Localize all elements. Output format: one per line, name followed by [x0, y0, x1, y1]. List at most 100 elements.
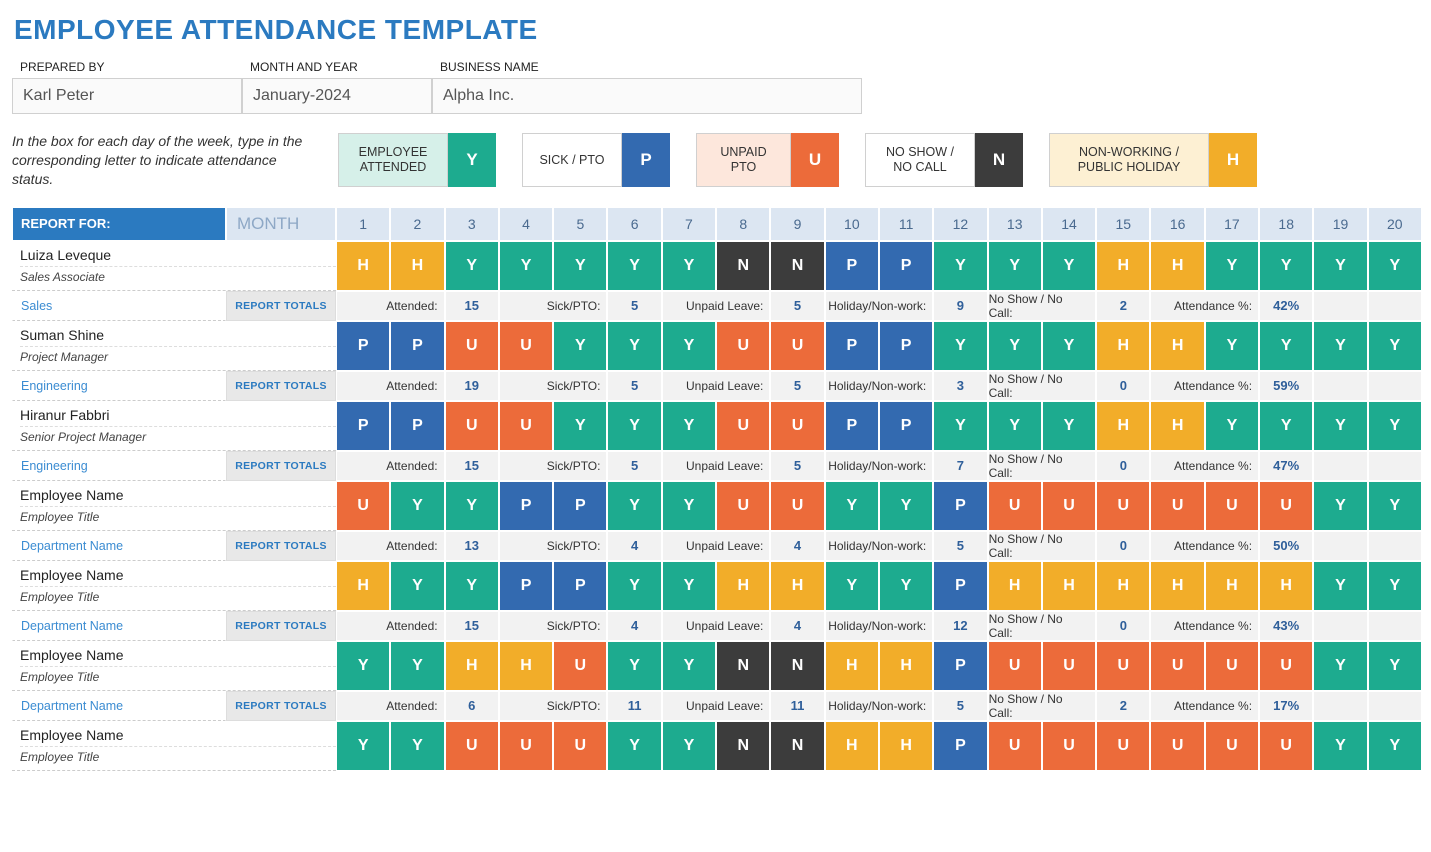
attendance-cell[interactable]: H: [390, 241, 444, 291]
attendance-cell[interactable]: Y: [825, 561, 879, 611]
attendance-cell[interactable]: Y: [1368, 721, 1422, 771]
attendance-cell[interactable]: Y: [1368, 561, 1422, 611]
attendance-cell[interactable]: U: [770, 401, 824, 451]
attendance-cell[interactable]: Y: [336, 721, 390, 771]
attendance-cell[interactable]: Y: [390, 561, 444, 611]
attendance-cell[interactable]: H: [1205, 561, 1259, 611]
attendance-cell[interactable]: U: [1205, 721, 1259, 771]
attendance-cell[interactable]: Y: [1313, 321, 1367, 371]
attendance-cell[interactable]: H: [1150, 561, 1204, 611]
attendance-cell[interactable]: P: [336, 321, 390, 371]
attendance-cell[interactable]: U: [553, 721, 607, 771]
attendance-cell[interactable]: U: [770, 481, 824, 531]
attendance-cell[interactable]: Y: [1259, 241, 1313, 291]
attendance-cell[interactable]: Y: [825, 481, 879, 531]
attendance-cell[interactable]: U: [988, 721, 1042, 771]
attendance-cell[interactable]: U: [445, 401, 499, 451]
attendance-cell[interactable]: H: [336, 241, 390, 291]
attendance-cell[interactable]: H: [499, 641, 553, 691]
attendance-cell[interactable]: H: [1150, 321, 1204, 371]
attendance-cell[interactable]: P: [336, 401, 390, 451]
department-link[interactable]: Engineering: [12, 371, 226, 401]
attendance-cell[interactable]: Y: [988, 401, 1042, 451]
attendance-cell[interactable]: H: [825, 721, 879, 771]
attendance-cell[interactable]: H: [879, 721, 933, 771]
attendance-cell[interactable]: Y: [1205, 241, 1259, 291]
attendance-cell[interactable]: U: [1205, 641, 1259, 691]
attendance-cell[interactable]: H: [1150, 401, 1204, 451]
attendance-cell[interactable]: Y: [1368, 241, 1422, 291]
attendance-cell[interactable]: H: [1096, 241, 1150, 291]
attendance-cell[interactable]: Y: [390, 641, 444, 691]
attendance-cell[interactable]: H: [445, 641, 499, 691]
attendance-cell[interactable]: U: [1042, 641, 1096, 691]
attendance-cell[interactable]: Y: [662, 481, 716, 531]
attendance-cell[interactable]: H: [879, 641, 933, 691]
attendance-cell[interactable]: U: [1259, 641, 1313, 691]
attendance-cell[interactable]: Y: [607, 641, 661, 691]
attendance-cell[interactable]: Y: [607, 241, 661, 291]
attendance-cell[interactable]: Y: [607, 401, 661, 451]
attendance-cell[interactable]: Y: [1042, 241, 1096, 291]
report-totals-button[interactable]: REPORT TOTALS: [226, 371, 336, 401]
attendance-cell[interactable]: U: [1096, 641, 1150, 691]
report-totals-button[interactable]: REPORT TOTALS: [226, 611, 336, 641]
attendance-cell[interactable]: Y: [988, 321, 1042, 371]
report-period[interactable]: MONTH: [226, 207, 336, 241]
attendance-cell[interactable]: P: [553, 561, 607, 611]
attendance-cell[interactable]: Y: [553, 321, 607, 371]
attendance-cell[interactable]: U: [499, 721, 553, 771]
prepared-by-input[interactable]: Karl Peter: [12, 78, 242, 114]
attendance-cell[interactable]: Y: [390, 721, 444, 771]
attendance-cell[interactable]: U: [499, 321, 553, 371]
attendance-cell[interactable]: P: [933, 481, 987, 531]
attendance-cell[interactable]: Y: [1368, 641, 1422, 691]
attendance-cell[interactable]: Y: [445, 241, 499, 291]
attendance-cell[interactable]: Y: [933, 241, 987, 291]
business-name-input[interactable]: Alpha Inc.: [432, 78, 862, 114]
attendance-cell[interactable]: Y: [499, 241, 553, 291]
attendance-cell[interactable]: H: [336, 561, 390, 611]
attendance-cell[interactable]: N: [716, 721, 770, 771]
attendance-cell[interactable]: Y: [1368, 321, 1422, 371]
attendance-cell[interactable]: Y: [1042, 401, 1096, 451]
attendance-cell[interactable]: Y: [1313, 241, 1367, 291]
attendance-cell[interactable]: Y: [1259, 321, 1313, 371]
attendance-cell[interactable]: U: [1042, 721, 1096, 771]
department-link[interactable]: Department Name: [12, 531, 226, 561]
attendance-cell[interactable]: U: [553, 641, 607, 691]
attendance-cell[interactable]: Y: [607, 481, 661, 531]
attendance-cell[interactable]: U: [1096, 721, 1150, 771]
attendance-cell[interactable]: H: [825, 641, 879, 691]
attendance-cell[interactable]: Y: [607, 561, 661, 611]
attendance-cell[interactable]: U: [445, 721, 499, 771]
department-link[interactable]: Department Name: [12, 691, 226, 721]
attendance-cell[interactable]: Y: [662, 241, 716, 291]
attendance-cell[interactable]: Y: [1313, 401, 1367, 451]
attendance-cell[interactable]: H: [1096, 401, 1150, 451]
attendance-cell[interactable]: P: [499, 481, 553, 531]
attendance-cell[interactable]: P: [825, 321, 879, 371]
attendance-cell[interactable]: U: [1259, 481, 1313, 531]
attendance-cell[interactable]: Y: [662, 321, 716, 371]
attendance-cell[interactable]: N: [716, 641, 770, 691]
attendance-cell[interactable]: N: [716, 241, 770, 291]
attendance-cell[interactable]: U: [445, 321, 499, 371]
attendance-cell[interactable]: U: [1259, 721, 1313, 771]
attendance-cell[interactable]: Y: [933, 401, 987, 451]
attendance-cell[interactable]: P: [553, 481, 607, 531]
attendance-cell[interactable]: Y: [607, 721, 661, 771]
attendance-cell[interactable]: U: [336, 481, 390, 531]
attendance-cell[interactable]: U: [499, 401, 553, 451]
attendance-cell[interactable]: U: [770, 321, 824, 371]
attendance-cell[interactable]: U: [1205, 481, 1259, 531]
attendance-cell[interactable]: P: [879, 401, 933, 451]
attendance-cell[interactable]: P: [933, 721, 987, 771]
attendance-cell[interactable]: Y: [1205, 321, 1259, 371]
report-totals-button[interactable]: REPORT TOTALS: [226, 531, 336, 561]
attendance-cell[interactable]: H: [1042, 561, 1096, 611]
attendance-cell[interactable]: Y: [445, 561, 499, 611]
attendance-cell[interactable]: Y: [1259, 401, 1313, 451]
attendance-cell[interactable]: Y: [1313, 721, 1367, 771]
attendance-cell[interactable]: P: [390, 321, 444, 371]
